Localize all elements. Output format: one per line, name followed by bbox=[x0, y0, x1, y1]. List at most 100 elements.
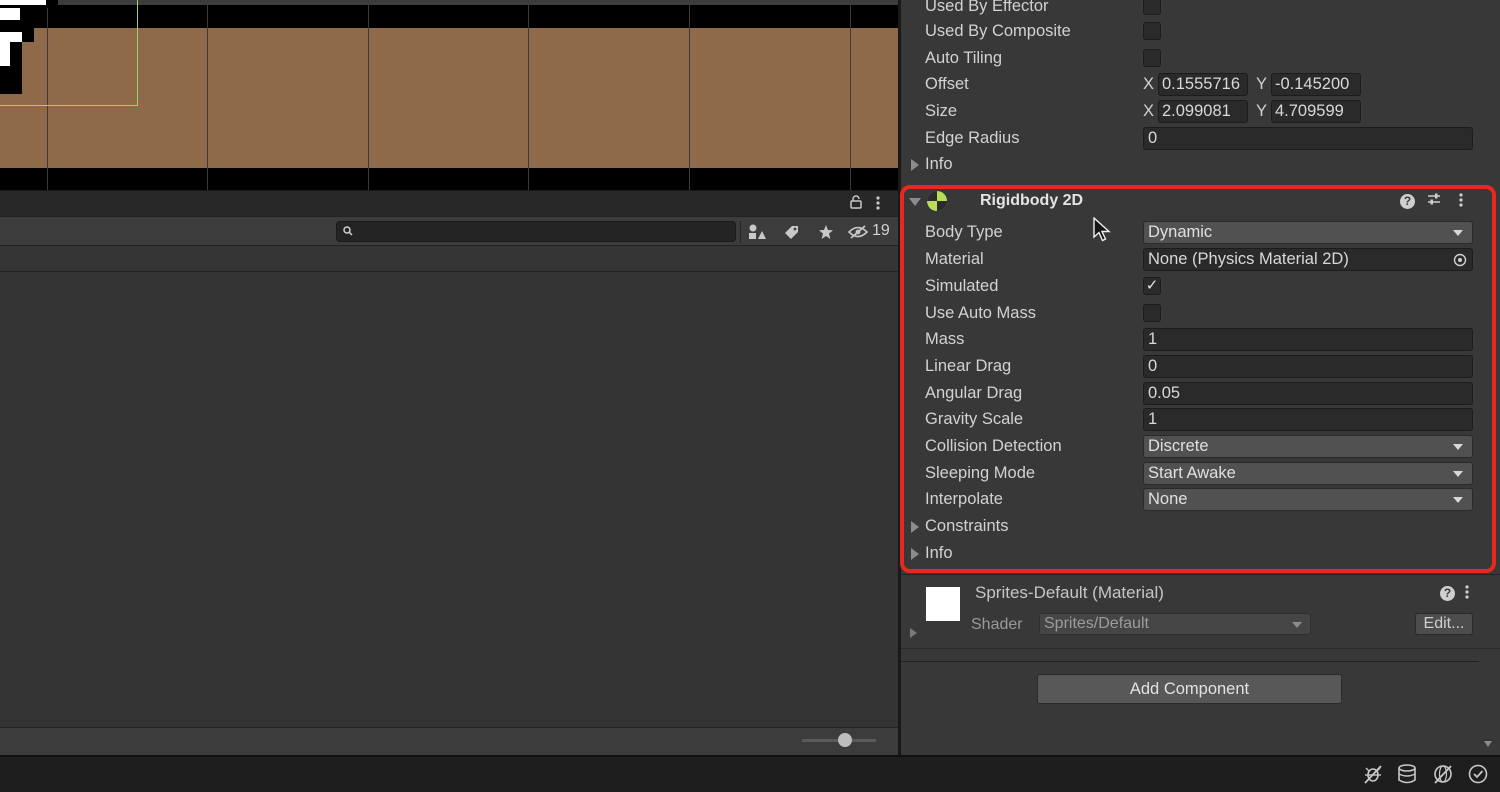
chevron-down-icon bbox=[1453, 444, 1463, 450]
foldout-arrow-icon[interactable] bbox=[910, 628, 917, 638]
foldout-expanded-icon[interactable] bbox=[909, 198, 921, 206]
filter-by-type-icon[interactable] bbox=[742, 221, 772, 243]
eye-hidden-icon[interactable] bbox=[846, 221, 870, 243]
presets-icon[interactable] bbox=[1427, 192, 1441, 210]
linear-drag-field[interactable]: 0 bbox=[1143, 355, 1473, 378]
body-type-dropdown[interactable]: Dynamic bbox=[1143, 221, 1473, 244]
used-by-effector-checkbox[interactable] bbox=[1143, 0, 1161, 15]
scroll-down-arrow-icon[interactable] bbox=[1484, 741, 1492, 747]
kebab-menu-icon[interactable] bbox=[875, 195, 881, 214]
simulated-checkbox[interactable]: ✓ bbox=[1143, 277, 1161, 295]
material-label: Material bbox=[925, 250, 984, 268]
rigidbody2d-header[interactable]: Rigidbody 2D ? bbox=[901, 188, 1491, 216]
shader-dropdown[interactable]: Sprites/Default bbox=[1039, 613, 1311, 635]
size-y-label[interactable]: Y bbox=[1256, 102, 1267, 121]
shader-label: Shader bbox=[971, 616, 1023, 633]
scene-view[interactable] bbox=[0, 0, 898, 190]
grid-line bbox=[368, 0, 369, 190]
rigidbody2d-icon bbox=[927, 191, 947, 211]
angular-drag-field[interactable]: 0.05 bbox=[1143, 382, 1473, 405]
linear-drag-row: Linear Drag 0 bbox=[901, 354, 1491, 380]
body-type-label: Body Type bbox=[925, 223, 1003, 241]
material-object-field[interactable]: None (Physics Material 2D) bbox=[1143, 248, 1473, 271]
size-x-field[interactable]: 2.099081 bbox=[1158, 100, 1248, 123]
icon-size-slider-handle[interactable] bbox=[838, 733, 852, 747]
checkmark-circle-icon[interactable] bbox=[1467, 763, 1491, 785]
mass-label: Mass bbox=[925, 330, 965, 348]
mass-row: Mass 1 bbox=[901, 327, 1491, 353]
offset-x-field[interactable]: 0.1555716 bbox=[1158, 73, 1248, 96]
auto-tiling-label: Auto Tiling bbox=[925, 49, 1003, 67]
collision-detection-dropdown[interactable]: Discrete bbox=[1143, 435, 1473, 458]
section-divider bbox=[901, 661, 1479, 662]
label-icon[interactable] bbox=[776, 221, 806, 243]
constraints-foldout[interactable]: Constraints bbox=[901, 514, 1491, 540]
sleeping-mode-dropdown[interactable]: Start Awake bbox=[1143, 462, 1473, 485]
size-label: Size bbox=[925, 102, 958, 120]
toolbar-divider bbox=[740, 221, 741, 243]
offset-x-label[interactable]: X bbox=[1143, 75, 1154, 94]
collision-detection-label: Collision Detection bbox=[925, 437, 1062, 455]
interpolate-dropdown[interactable]: None bbox=[1143, 488, 1473, 511]
material-value: None (Physics Material 2D) bbox=[1148, 250, 1349, 268]
sprite-pixel bbox=[0, 8, 20, 20]
help-icon[interactable]: ? bbox=[1400, 192, 1415, 209]
chevron-down-icon bbox=[1453, 230, 1463, 236]
offset-y-label[interactable]: Y bbox=[1256, 75, 1267, 94]
gravity-scale-label: Gravity Scale bbox=[925, 410, 1024, 428]
star-icon[interactable] bbox=[811, 221, 841, 243]
interpolate-label: Interpolate bbox=[925, 490, 1003, 508]
size-x-label[interactable]: X bbox=[1143, 102, 1154, 121]
body-type-row: Body Type Dynamic bbox=[901, 220, 1491, 246]
status-bar bbox=[0, 755, 1500, 792]
rigidbody-info-label: Info bbox=[925, 544, 953, 562]
size-y-field[interactable]: 4.709599 bbox=[1271, 100, 1361, 123]
material-row: Material None (Physics Material 2D) bbox=[901, 247, 1491, 273]
kebab-menu-icon[interactable] bbox=[1458, 192, 1464, 212]
search-input[interactable] bbox=[336, 221, 736, 242]
gravity-scale-row: Gravity Scale 1 bbox=[901, 407, 1491, 433]
network-icon[interactable] bbox=[1432, 763, 1456, 785]
mass-field[interactable]: 1 bbox=[1143, 328, 1473, 351]
edge-radius-row: Edge Radius 0 bbox=[901, 126, 1491, 152]
gravity-scale-field[interactable]: 1 bbox=[1143, 408, 1473, 431]
section-divider bbox=[901, 648, 1500, 649]
grid-line bbox=[850, 0, 851, 190]
lock-icon[interactable] bbox=[850, 195, 862, 212]
auto-tiling-row: Auto Tiling bbox=[901, 46, 1491, 72]
used-by-composite-row: Used By Composite bbox=[901, 19, 1491, 45]
project-content-area[interactable] bbox=[0, 272, 898, 727]
search-icon bbox=[343, 226, 353, 236]
project-breadcrumb-bar bbox=[0, 246, 898, 272]
project-footer bbox=[0, 727, 898, 755]
chevron-down-icon bbox=[1292, 622, 1302, 628]
edit-shader-button[interactable]: Edit... bbox=[1415, 613, 1473, 635]
kebab-menu-icon[interactable] bbox=[1464, 584, 1470, 604]
object-picker-icon[interactable] bbox=[1453, 253, 1467, 267]
inspector-panel: Used By Effector Used By Composite Auto … bbox=[901, 0, 1500, 755]
help-icon[interactable]: ? bbox=[1440, 584, 1455, 601]
cache-server-icon[interactable] bbox=[1396, 763, 1420, 785]
use-auto-mass-checkbox[interactable] bbox=[1143, 304, 1161, 322]
collider-info-foldout[interactable]: Info bbox=[901, 152, 1491, 178]
material-preview-thumbnail bbox=[926, 587, 960, 621]
sprite-pixel bbox=[0, 42, 10, 66]
grid-line bbox=[689, 0, 690, 190]
chevron-down-icon bbox=[1453, 471, 1463, 477]
foldout-arrow-icon[interactable] bbox=[911, 521, 919, 533]
use-auto-mass-label: Use Auto Mass bbox=[925, 304, 1036, 322]
interpolate-row: Interpolate None bbox=[901, 487, 1491, 513]
rigidbody-info-foldout[interactable]: Info bbox=[901, 541, 1491, 567]
auto-tiling-checkbox[interactable] bbox=[1143, 49, 1161, 67]
debug-bug-icon[interactable] bbox=[1362, 763, 1386, 785]
offset-y-field[interactable]: -0.145200 bbox=[1271, 73, 1361, 96]
add-component-button[interactable]: Add Component bbox=[1037, 674, 1342, 704]
project-window-header bbox=[0, 190, 898, 216]
chevron-down-icon bbox=[1453, 497, 1463, 503]
sprite-pixel bbox=[0, 66, 10, 94]
edge-radius-field[interactable]: 0 bbox=[1143, 127, 1473, 150]
foldout-arrow-icon[interactable] bbox=[911, 548, 919, 560]
grid-line bbox=[207, 0, 208, 190]
foldout-arrow-icon[interactable] bbox=[911, 159, 919, 171]
used-by-composite-checkbox[interactable] bbox=[1143, 22, 1161, 40]
